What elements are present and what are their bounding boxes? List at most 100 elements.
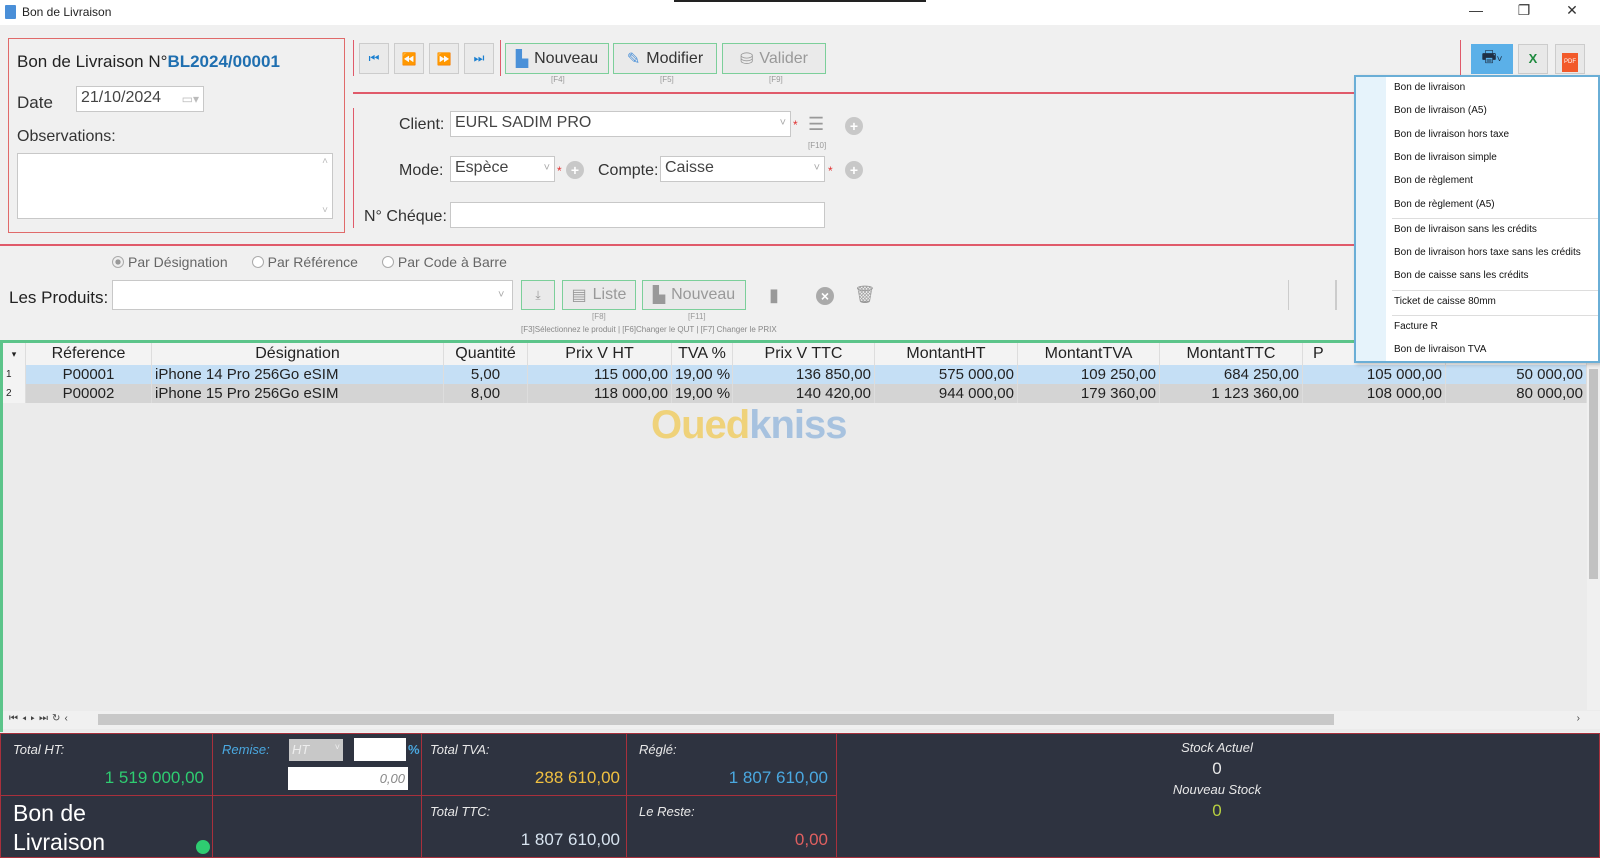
modifier-button[interactable]: ✎ Modifier [613, 43, 717, 74]
column-header[interactable]: MontantTTC [1160, 343, 1303, 365]
column-header[interactable]: Prix V HT [528, 343, 672, 365]
total-tva-cell: Total TVA: 288 610,00 [421, 733, 627, 796]
doc-title: Bon de Livraison N°BL2024/00001 [17, 52, 280, 72]
nouveau-produit-button[interactable]: ▙ Nouveau [642, 280, 746, 310]
column-header[interactable]: Quantité [444, 343, 528, 365]
valider-button[interactable]: ⛁ Valider [722, 43, 826, 74]
table-row[interactable]: 2 P00002 iPhone 15 Pro 256Go eSIM 8,00 118 0… [3, 384, 1587, 403]
grid-header: ▾ Réference Désignation Quantité Prix V HT TV… [3, 343, 1587, 365]
column-header[interactable]: TVA % [672, 343, 733, 365]
table-cell: 944 000,00 [875, 384, 1018, 403]
trash-icon[interactable]: 🗑 [854, 285, 876, 305]
column-header[interactable]: Désignation [152, 343, 444, 365]
print-menu-item[interactable]: Ticket de caisse 80mm [1388, 291, 1598, 313]
print-menu: Bon de livraison Bon de livraison (A5) Bon… [1354, 75, 1600, 363]
print-dropdown-button[interactable]: 🖶 ˅ [1471, 44, 1513, 74]
add-product-button[interactable]: ⤓ [521, 280, 555, 310]
stock-actuel-label: Stock Actuel [1181, 740, 1253, 755]
observations-textarea[interactable]: ˄ ˅ [17, 153, 333, 219]
previous-record-button[interactable]: ⏪ [394, 43, 424, 74]
divider [500, 40, 501, 76]
remove-line-icon[interactable]: × [816, 287, 834, 305]
nouveau-button[interactable]: ▙ Nouveau [505, 43, 609, 74]
vertical-scrollbar[interactable] [1587, 365, 1600, 710]
next-record-button[interactable]: ⏩ [429, 43, 459, 74]
column-header[interactable]: MontantTVA [1018, 343, 1160, 365]
stock-cell: Stock Actuel 0 Nouveau Stock 0 [836, 733, 1600, 858]
date-picker[interactable]: 21/10/2024 ▭▾ [76, 86, 204, 112]
produits-label: Les Produits: [9, 288, 109, 307]
horizontal-scroll-thumb[interactable] [98, 714, 1334, 725]
pdf-export-icon[interactable]: PDF [1555, 44, 1585, 74]
radio-par-code-barre[interactable]: Par Code à Barre [381, 254, 507, 270]
first-record-button[interactable]: ⏮ [359, 43, 389, 74]
print-menu-item[interactable]: Bon de livraison hors taxe [1388, 124, 1598, 146]
scroll-up-icon[interactable]: ˄ [322, 156, 328, 167]
print-menu-item[interactable]: Bon de caisse sans les crédits [1388, 265, 1598, 287]
mode-select[interactable]: Espèce ˅ [450, 156, 555, 182]
remise-value-input[interactable]: 0,00 [288, 767, 408, 790]
print-menu-item[interactable]: Bon de livraison TVA [1388, 339, 1598, 361]
doc-label: Bon de Livraison N° [17, 52, 168, 71]
doc-type-cell: Bon de Livraison [0, 795, 213, 858]
doc-number: BL2024/00001 [167, 52, 280, 71]
column-header[interactable]: Prix V TTC [733, 343, 875, 365]
cheque-input[interactable] [450, 202, 825, 228]
radio-label: Par Code à Barre [397, 254, 507, 270]
liste-button[interactable]: ▤ Liste [562, 280, 636, 310]
print-menu-item[interactable]: Bon de livraison hors taxe sans les créd… [1388, 242, 1598, 264]
table-cell: 118 000,00 [528, 384, 672, 403]
table-cell: 8,00 [444, 384, 528, 403]
chevron-down-icon: ˅ [779, 117, 786, 129]
last-record-button[interactable]: ⏭ [464, 43, 494, 74]
products-grid: ▾ Réference Désignation Quantité Prix V HT TV… [0, 340, 1600, 732]
table-cell: P00001 [26, 365, 152, 384]
add-compte-icon[interactable]: + [845, 161, 863, 179]
add-client-icon[interactable]: + [845, 117, 863, 135]
column-chooser-icon[interactable]: ▾ [3, 343, 26, 365]
print-menu-item[interactable]: Bon de livraison [1388, 77, 1598, 99]
scroll-down-icon[interactable]: ˅ [322, 205, 328, 216]
scroll-right-icon[interactable]: › [1577, 713, 1580, 724]
client-label: Client: [399, 116, 445, 133]
client-select[interactable]: EURL SADIM PRO ˅ [450, 111, 791, 137]
total-tva-label: Total TVA: [430, 742, 490, 757]
excel-export-icon[interactable]: X [1518, 44, 1548, 74]
reste-value: 0,00 [794, 830, 828, 849]
print-menu-item[interactable]: Bon de règlement [1388, 170, 1598, 192]
print-menu-item[interactable]: Bon de règlement (A5) [1388, 194, 1598, 216]
add-mode-icon[interactable]: + [566, 161, 584, 179]
radio-par-designation[interactable]: Par Désignation [112, 254, 228, 270]
radio-par-reference[interactable]: Par Référence [251, 254, 358, 270]
title-bar: Bon de Livraison — ❐ ✕ [0, 0, 1600, 25]
client-list-icon[interactable]: ☰ [808, 114, 824, 135]
column-header[interactable]: Réference [26, 343, 152, 365]
valider-shortcut: [F9] [769, 75, 783, 84]
print-menu-item[interactable]: Bon de livraison (A5) [1388, 100, 1598, 122]
doc-type-line1: Bon de [13, 800, 86, 826]
grid-nav-icons[interactable]: ⏮◂▸⏭↻‹ [9, 713, 72, 724]
product-info-icon[interactable]: ▮ [769, 285, 779, 306]
remise-label: Remise: [222, 742, 270, 757]
table-cell: 179 360,00 [1018, 384, 1160, 403]
print-menu-item[interactable]: Bon de livraison simple [1388, 147, 1598, 169]
remise-percent-input[interactable] [354, 738, 406, 761]
remise-type-select[interactable]: HT ˅ [289, 739, 343, 761]
produits-select[interactable] [112, 280, 513, 310]
calendar-icon[interactable]: ▭▾ [182, 92, 199, 106]
modifier-label: Modifier [646, 49, 704, 67]
radio-label: Par Référence [267, 254, 358, 270]
print-menu-item[interactable]: Facture R [1388, 316, 1598, 338]
print-menu-item[interactable]: Bon de livraison sans les crédits [1388, 219, 1598, 241]
scroll-thumb[interactable] [1589, 369, 1598, 579]
restore-button[interactable]: ❐ [1504, 2, 1544, 22]
insert-icon: ⤓ [535, 287, 541, 302]
mode-value: Espèce [455, 159, 509, 176]
close-button[interactable]: ✕ [1552, 2, 1592, 22]
table-row[interactable]: 1 P00001 iPhone 14 Pro 256Go eSIM 5,00 115 0… [3, 365, 1587, 384]
column-header[interactable]: MontantHT [875, 343, 1018, 365]
compte-label: Compte: [598, 162, 659, 179]
required-marker: * [793, 118, 798, 132]
minimize-button[interactable]: — [1456, 2, 1496, 22]
compte-select[interactable]: Caisse ˅ [660, 156, 825, 182]
